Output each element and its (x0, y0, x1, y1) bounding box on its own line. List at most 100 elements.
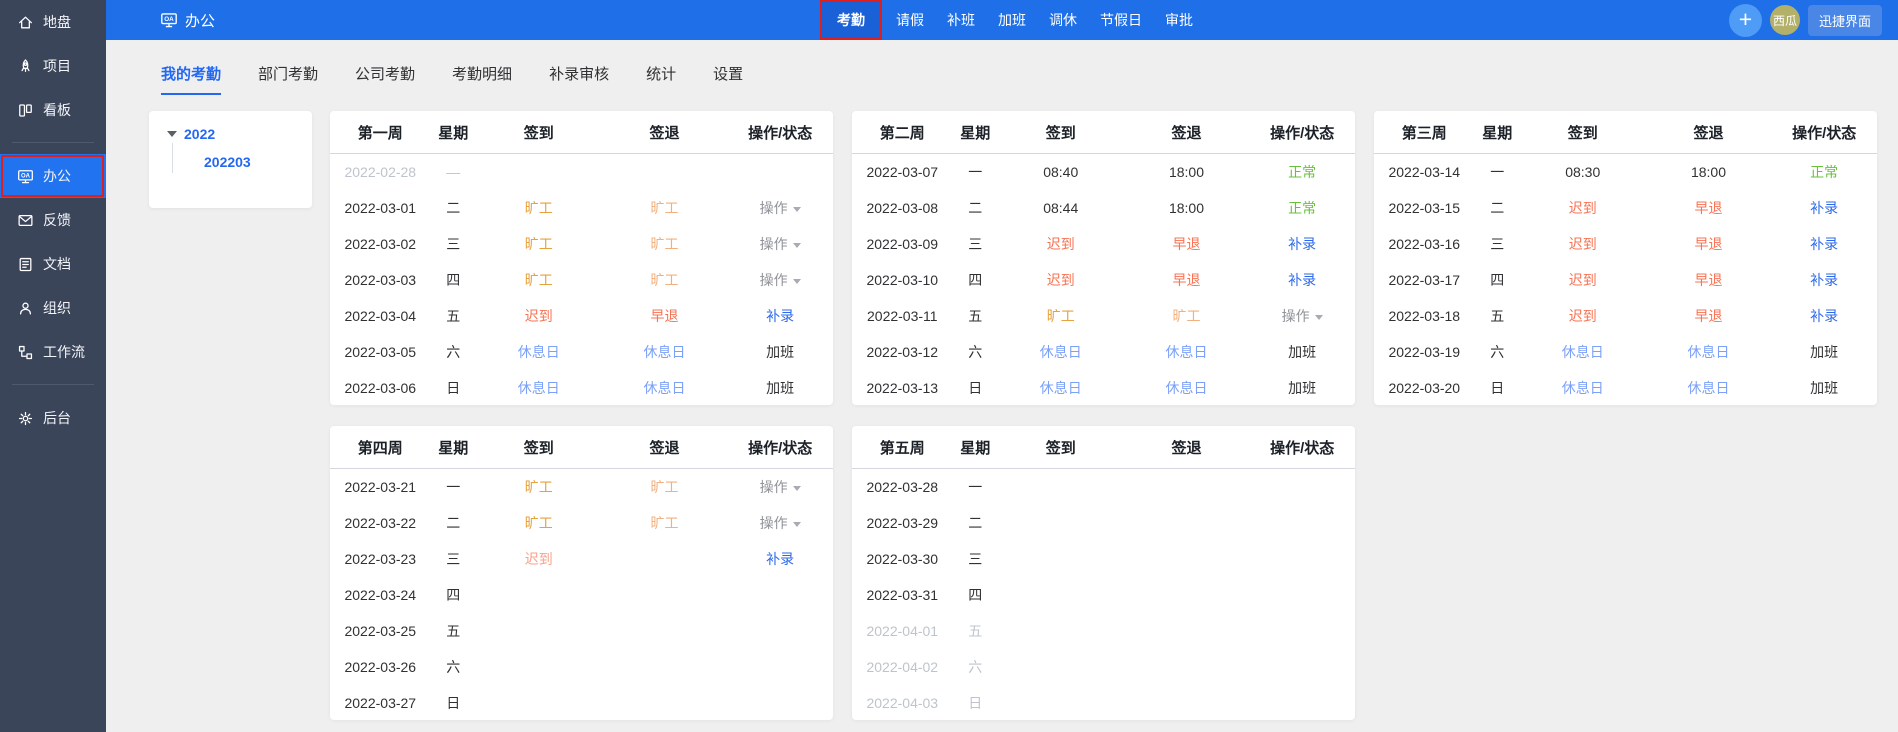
status-text: 迟到 (525, 551, 553, 567)
status-cell: 补录 (727, 298, 833, 334)
sidebar-item-feedback[interactable]: 反馈 (0, 198, 106, 242)
kanban-icon (17, 102, 34, 119)
status-text: 旷工 (650, 515, 678, 531)
status-action-link[interactable]: 补录 (766, 551, 794, 567)
sidebar-item-workflow[interactable]: 工作流 (0, 330, 106, 374)
topbar-menu-attendance[interactable]: 考勤 (822, 1, 880, 39)
col-week-title: 第一周 (330, 111, 431, 154)
status-action-link[interactable]: 补录 (1288, 272, 1316, 288)
weekday-cell: 四 (431, 577, 476, 613)
checkin-cell: 旷工 (476, 505, 602, 541)
topbar-menu-leave[interactable]: 请假 (889, 10, 931, 30)
status-cell: 操作 (727, 190, 833, 226)
status-text: 休息日 (1165, 344, 1207, 360)
status-action-link[interactable]: 加班 (1288, 344, 1316, 360)
status-action-link[interactable]: 补录 (1288, 236, 1316, 252)
status-action-link[interactable]: 操作 (760, 272, 788, 288)
topbar-menu-holiday[interactable]: 节假日 (1093, 10, 1149, 30)
quick-ui-button[interactable]: 迅捷界面 (1808, 5, 1882, 36)
date-cell: 2022-03-13 (852, 370, 953, 405)
status-text: 18:00 (1169, 200, 1204, 216)
sidebar-item-admin[interactable]: 后台 (0, 396, 106, 440)
table-row: 2022-03-11五旷工旷工操作 (852, 298, 1355, 334)
checkin-cell: 08:40 (998, 154, 1124, 191)
weekday-cell: 日 (953, 370, 998, 405)
status-action-link[interactable]: 补录 (1810, 272, 1838, 288)
status-text: 早退 (1694, 236, 1722, 252)
col-checkin: 签到 (476, 426, 602, 469)
status-action-link[interactable]: 加班 (766, 344, 794, 360)
checkin-cell (998, 613, 1124, 649)
col-actions: 操作/状态 (727, 426, 833, 469)
table-row: 2022-03-19六休息日休息日加班 (1374, 334, 1877, 370)
sidebar-item-home[interactable]: 地盘 (0, 0, 106, 44)
table-row: 2022-03-09三迟到早退补录 (852, 226, 1355, 262)
status-cell: 加班 (1249, 334, 1355, 370)
date-cell: 2022-03-23 (330, 541, 431, 577)
tab-settings[interactable]: 设置 (713, 63, 743, 95)
date-cell: 2022-03-28 (852, 469, 953, 506)
checkin-cell: 旷工 (476, 190, 602, 226)
topbar-menu-overtime[interactable]: 加班 (991, 10, 1033, 30)
page-title-text: 办公 (185, 10, 215, 31)
status-action-link[interactable]: 操作 (760, 236, 788, 252)
menu-item-label: 请假 (896, 12, 924, 28)
menu-item-label: 调休 (1049, 12, 1077, 28)
status-action-link[interactable]: 补录 (1810, 200, 1838, 216)
checkout-cell (1124, 505, 1250, 541)
status-action-link[interactable]: 加班 (1810, 344, 1838, 360)
week-table-card: 第三周 星期 签到 签退 操作/状态 2022-03-14一08:3018:00… (1374, 111, 1877, 405)
avatar[interactable]: 西瓜 (1770, 5, 1800, 35)
topbar-menu-makeup-work[interactable]: 补班 (940, 10, 982, 30)
status-action-link[interactable]: 操作 (760, 479, 788, 495)
checkin-cell (476, 685, 602, 720)
checkin-cell (476, 649, 602, 685)
topbar-menu-approval[interactable]: 审批 (1158, 10, 1200, 30)
checkin-cell: 休息日 (476, 334, 602, 370)
add-button[interactable]: + (1729, 4, 1762, 37)
status-action-link[interactable]: 加班 (766, 380, 794, 396)
tree-node-year[interactable]: 2022 (167, 126, 215, 142)
status-action-link[interactable]: 操作 (1282, 308, 1310, 324)
sidebar-item-project[interactable]: 项目 (0, 44, 106, 88)
status-cell: 补录 (1771, 298, 1877, 334)
checkout-cell: 早退 (1646, 262, 1772, 298)
status-action-link[interactable]: 操作 (760, 200, 788, 216)
table-row: 2022-02-28— (330, 154, 833, 191)
status-action-link[interactable]: 补录 (766, 308, 794, 324)
col-checkout: 签退 (602, 426, 728, 469)
sidebar-item-board[interactable]: 看板 (0, 88, 106, 132)
tab-attendance-detail[interactable]: 考勤明细 (452, 63, 512, 95)
status-action-link[interactable]: 加班 (1288, 380, 1316, 396)
status-cell: 补录 (1249, 262, 1355, 298)
checkout-cell (602, 685, 728, 720)
sidebar-divider (12, 142, 94, 143)
sidebar-item-org[interactable]: 组织 (0, 286, 106, 330)
status-action-link[interactable]: 操作 (760, 515, 788, 531)
tab-company-attendance[interactable]: 公司考勤 (355, 63, 415, 95)
tab-statistics[interactable]: 统计 (646, 63, 676, 95)
status-action-link[interactable]: 加班 (1810, 380, 1838, 396)
checkin-cell: 旷工 (476, 226, 602, 262)
sidebar-item-docs[interactable]: 文档 (0, 242, 106, 286)
status-cell (1249, 541, 1355, 577)
table-row: 2022-03-31四 (852, 577, 1355, 613)
status-action-link[interactable]: 补录 (1810, 308, 1838, 324)
date-cell: 2022-03-05 (330, 334, 431, 370)
tab-my-attendance[interactable]: 我的考勤 (161, 63, 221, 95)
table-row: 2022-03-30三 (852, 541, 1355, 577)
tab-makeup-review[interactable]: 补录审核 (549, 63, 609, 95)
status-cell: 正常 (1249, 190, 1355, 226)
table-row: 2022-03-22二旷工旷工操作 (330, 505, 833, 541)
weekday-cell: 五 (1475, 298, 1520, 334)
topbar-menu-time-off[interactable]: 调休 (1042, 10, 1084, 30)
tab-dept-attendance[interactable]: 部门考勤 (258, 63, 318, 95)
checkout-cell: 早退 (1646, 298, 1772, 334)
tree-node-month[interactable]: 202203 (204, 154, 251, 170)
status-action-link[interactable]: 补录 (1810, 236, 1838, 252)
status-cell: 操作 (727, 505, 833, 541)
table-header-row: 第二周 星期 签到 签退 操作/状态 (852, 111, 1355, 154)
sidebar-item-office[interactable]: OA办公 (0, 154, 106, 198)
sidebar-item-label: 工作流 (43, 342, 85, 362)
checkout-cell: 早退 (1124, 262, 1250, 298)
